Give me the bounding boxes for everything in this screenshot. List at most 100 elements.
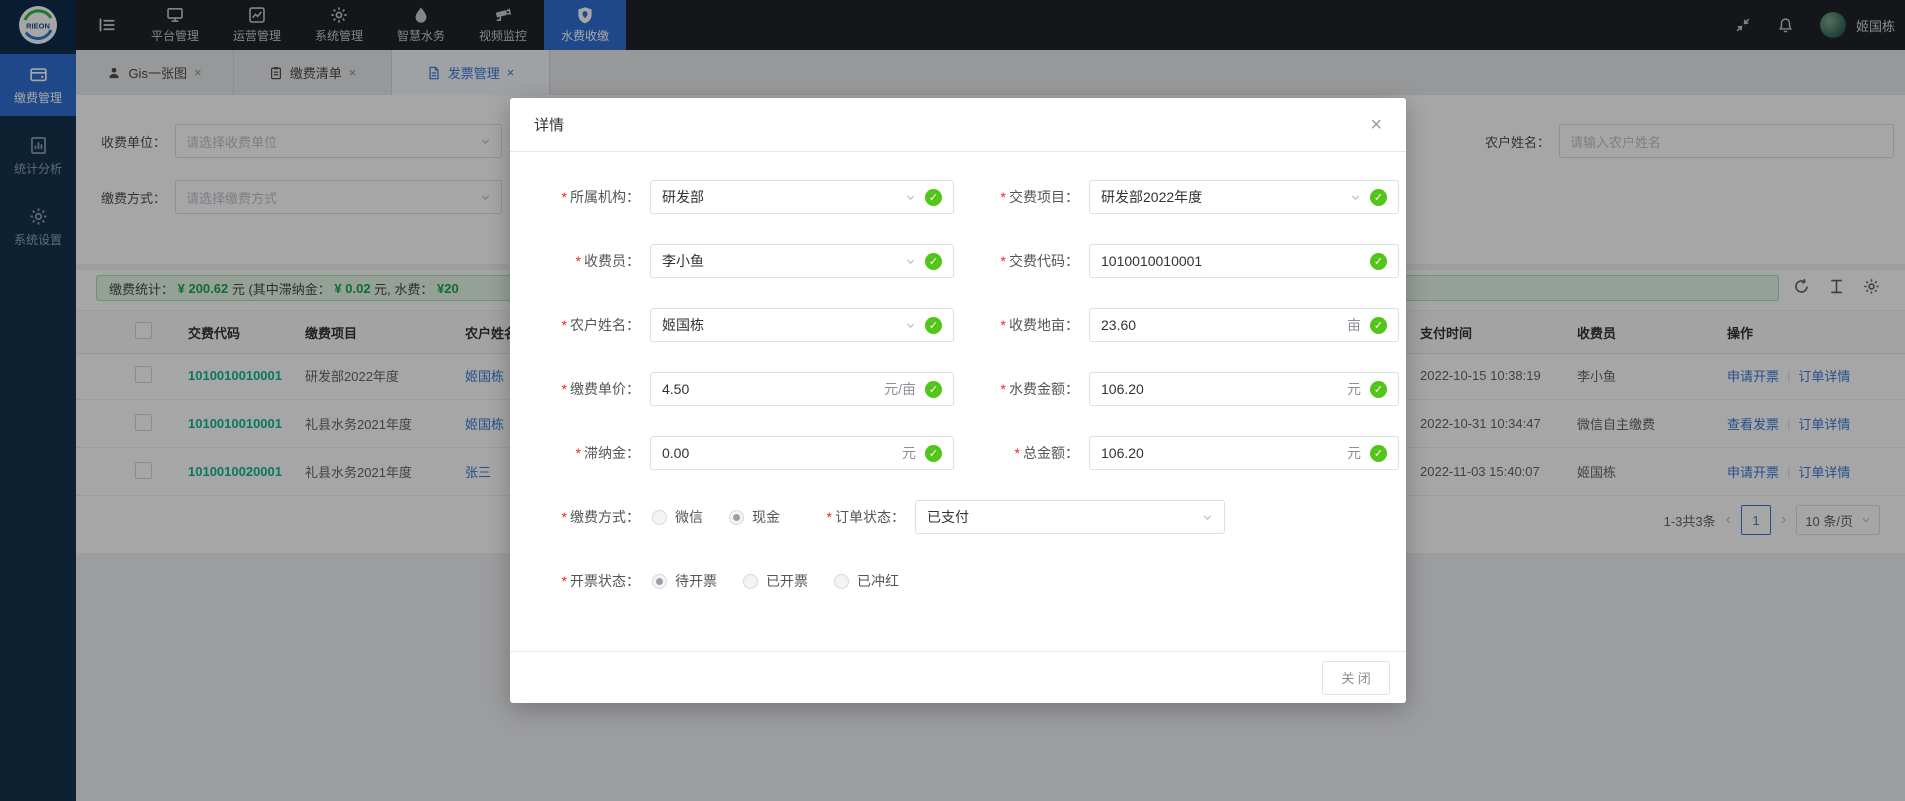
- modal-form-row: *收费员： 李小鱼 ✓ *交费代码： 1010010010001 ✓: [510, 229, 1406, 293]
- field-label-unit-price: *缴费单价：: [510, 379, 640, 399]
- field-value: 4.50: [662, 381, 689, 397]
- required-asterisk: *: [1015, 445, 1020, 461]
- unit-suffix: 亩: [1347, 315, 1361, 335]
- radio-label: 待开票: [675, 571, 717, 591]
- field-pay-method: *缴费方式：微信现金: [510, 507, 780, 527]
- modal-form-row: *滞纳金：0.00元✓*总金额：106.20元✓: [510, 421, 1406, 485]
- field-value: 姬国栋: [662, 315, 704, 335]
- chevron-down-icon: [905, 320, 916, 331]
- field-input-total[interactable]: 106.20元✓: [1089, 436, 1399, 470]
- field-unit-price: *缴费单价： 4.50 元/亩 ✓: [510, 372, 954, 406]
- radio-selected-icon: [729, 510, 744, 525]
- radio-dot: [733, 514, 740, 521]
- required-asterisk: *: [576, 445, 581, 461]
- required-asterisk: *: [1001, 189, 1006, 205]
- valid-check-icon: ✓: [925, 317, 942, 334]
- field-input-project[interactable]: 研发部2022年度 ✓: [1089, 180, 1399, 214]
- radio-group-pay-method: 微信 现金: [652, 507, 780, 527]
- close-button[interactable]: 关 闭: [1322, 661, 1390, 695]
- required-asterisk: *: [562, 573, 567, 589]
- radio-group-invoice-status: 待开票 已开票 已冲红: [652, 571, 899, 591]
- required-asterisk: *: [1001, 253, 1006, 269]
- chevron-down-icon: [905, 256, 916, 267]
- radio-dot: [656, 578, 663, 585]
- valid-check-icon: ✓: [925, 189, 942, 206]
- valid-check-icon: ✓: [1370, 253, 1387, 270]
- field-label-total: *总金额：: [954, 443, 1079, 463]
- field-collector: *收费员： 李小鱼 ✓: [510, 244, 954, 278]
- valid-check-icon: ✓: [1370, 317, 1387, 334]
- field-value: 106.20: [1101, 381, 1144, 397]
- field-label-late-fee: *滞纳金：: [510, 443, 640, 463]
- field-input-collector[interactable]: 李小鱼 ✓: [650, 244, 954, 278]
- radio-option-invoice-status[interactable]: 待开票: [652, 571, 717, 591]
- modal-form-row: *农户姓名：姬国栋✓*收费地亩：23.60亩✓: [510, 293, 1406, 357]
- modal-form-row: *缴费方式：微信现金*订单状态：已支付: [510, 485, 1406, 549]
- required-asterisk: *: [827, 509, 832, 525]
- field-value: 李小鱼: [662, 251, 704, 271]
- field-value: 1010010010001: [1101, 253, 1202, 269]
- valid-check-icon: ✓: [1370, 189, 1387, 206]
- modal-form-row: *开票状态： 待开票 已开票 已冲红: [510, 549, 1406, 613]
- modal-form-row: *缴费单价： 4.50 元/亩 ✓ *水费金额： 106.20元✓: [510, 357, 1406, 421]
- field-label-area: *收费地亩：: [954, 315, 1079, 335]
- field-label-collector: *收费员：: [510, 251, 640, 271]
- field-label-water-amount: *水费金额：: [954, 379, 1079, 399]
- radio-option-invoice-status[interactable]: 已冲红: [834, 571, 899, 591]
- field-label-code: *交费代码：: [954, 251, 1079, 271]
- field-input-farmer[interactable]: 姬国栋 ✓: [650, 308, 954, 342]
- radio-option-pay-method[interactable]: 微信: [652, 507, 703, 527]
- field-total: *总金额：106.20元✓: [954, 436, 1399, 470]
- field-input-water-amount[interactable]: 106.20元✓: [1089, 372, 1399, 406]
- valid-check-icon: ✓: [1370, 381, 1387, 398]
- field-input-unit-price[interactable]: 4.50 元/亩 ✓: [650, 372, 954, 406]
- detail-modal: 详情 × *所属机构： 研发部 ✓ *交费项目： 研发部2022年度 ✓ *收费员： 李小鱼 ✓…: [510, 98, 1406, 703]
- radio-option-pay-method[interactable]: 现金: [729, 507, 780, 527]
- field-input-code[interactable]: 1010010010001 ✓: [1089, 244, 1399, 278]
- valid-check-icon: ✓: [925, 381, 942, 398]
- field-label-project: *交费项目：: [954, 187, 1079, 207]
- modal-form-row: *所属机构： 研发部 ✓ *交费项目： 研发部2022年度 ✓: [510, 165, 1406, 229]
- field-value: 研发部2022年度: [1101, 187, 1202, 207]
- field-farmer: *农户姓名：姬国栋✓: [510, 308, 954, 342]
- valid-check-icon: ✓: [1370, 445, 1387, 462]
- radio-icon: [652, 510, 667, 525]
- field-order-status: *订单状态：已支付: [780, 500, 1225, 534]
- app-screen: RIEON 平台管理运营管理系统管理智慧水务视频监控水费收缴: [0, 0, 1905, 801]
- modal-form: *所属机构：研发部✓*交费项目：研发部2022年度✓*收费员：李小鱼✓*交费代码…: [510, 152, 1406, 651]
- field-value: 研发部: [662, 187, 704, 207]
- field-invoice-status: *开票状态： 待开票 已开票 已冲红: [510, 571, 899, 591]
- radio-label: 已开票: [766, 571, 808, 591]
- chevron-down-icon: [1202, 512, 1213, 523]
- field-area: *收费地亩：23.60亩✓: [954, 308, 1399, 342]
- valid-check-icon: ✓: [925, 253, 942, 270]
- required-asterisk: *: [562, 317, 567, 333]
- required-asterisk: *: [562, 509, 567, 525]
- modal-footer: 关 闭: [510, 651, 1406, 703]
- field-label-invoice-status: *开票状态：: [510, 571, 640, 591]
- radio-label: 现金: [752, 507, 780, 527]
- field-late-fee: *滞纳金： 0.00元✓: [510, 436, 954, 470]
- field-value: 已支付: [927, 507, 969, 527]
- close-icon[interactable]: ×: [1370, 115, 1382, 135]
- field-input-order-status[interactable]: 已支付: [915, 500, 1225, 534]
- radio-icon: [834, 574, 849, 589]
- required-asterisk: *: [576, 253, 581, 269]
- field-input-late-fee[interactable]: 0.00元✓: [650, 436, 954, 470]
- unit-suffix: 元/亩: [884, 379, 916, 399]
- radio-option-invoice-status[interactable]: 已开票: [743, 571, 808, 591]
- radio-selected-icon: [652, 574, 667, 589]
- radio-label: 已冲红: [857, 571, 899, 591]
- modal-title: 详情: [534, 114, 564, 135]
- unit-suffix: 元: [1347, 443, 1361, 463]
- unit-suffix: 元: [902, 443, 916, 463]
- field-code: *交费代码： 1010010010001 ✓: [954, 244, 1399, 278]
- radio-label: 微信: [675, 507, 703, 527]
- chevron-down-icon: [905, 192, 916, 203]
- field-input-org[interactable]: 研发部 ✓: [650, 180, 954, 214]
- field-water-amount: *水费金额： 106.20元✓: [954, 372, 1399, 406]
- field-input-area[interactable]: 23.60亩✓: [1089, 308, 1399, 342]
- field-org: *所属机构： 研发部 ✓: [510, 180, 954, 214]
- field-project: *交费项目： 研发部2022年度 ✓: [954, 180, 1399, 214]
- field-label-org: *所属机构：: [510, 187, 640, 207]
